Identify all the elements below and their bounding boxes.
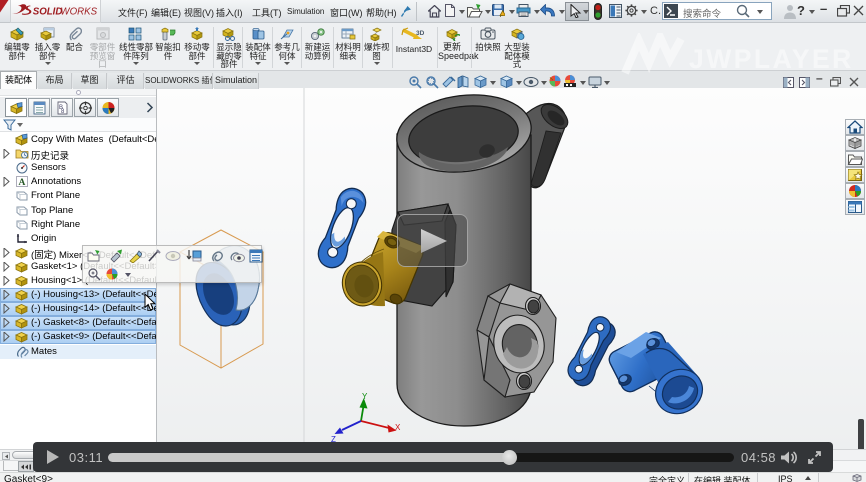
svg-text:A: A: [19, 178, 26, 188]
svg-text:Y: Y: [362, 392, 368, 401]
svg-text:WORKS: WORKS: [60, 6, 97, 17]
svg-text:X: X: [395, 423, 401, 432]
svg-text:3D: 3D: [416, 30, 425, 37]
svg-text:SOLID: SOLID: [33, 6, 63, 17]
svg-text:JWPLAYER: JWPLAYER: [689, 44, 854, 74]
